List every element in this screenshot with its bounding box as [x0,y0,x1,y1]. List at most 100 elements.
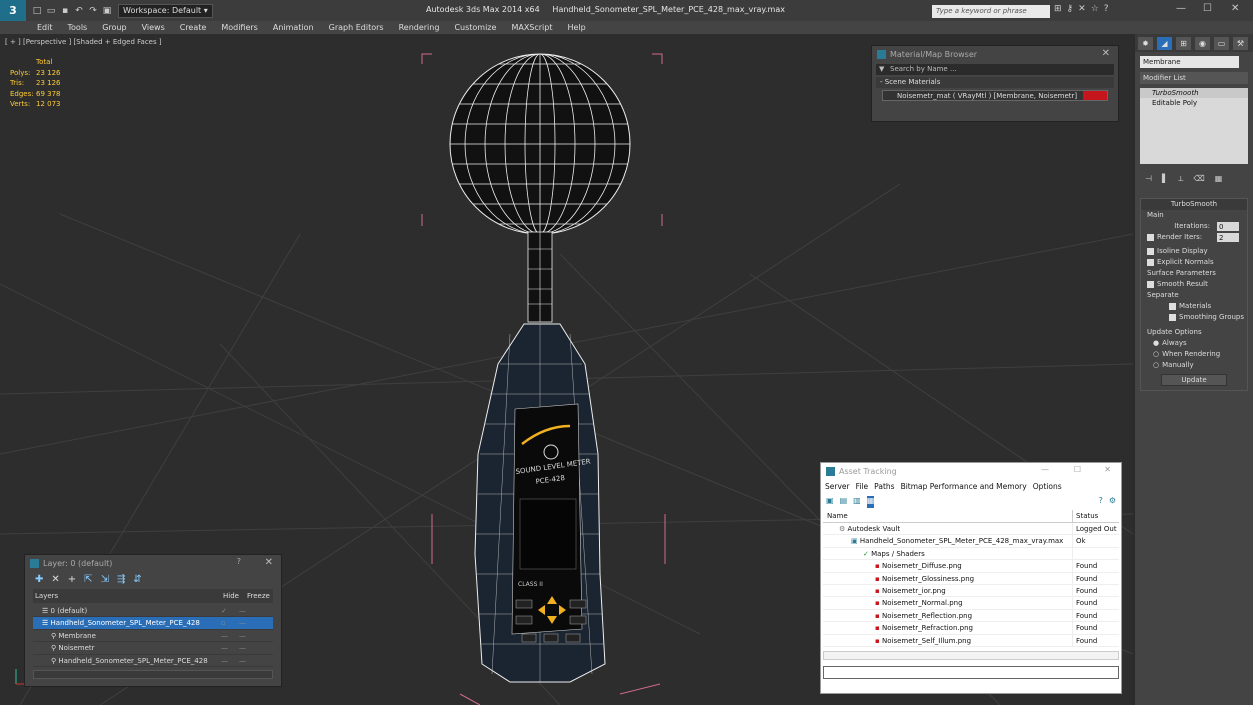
hide-toggle[interactable]: — [215,655,239,666]
asset-menu-item[interactable]: Options [1033,482,1062,492]
star-icon[interactable]: ☆ [1091,4,1099,14]
hide-toggle[interactable]: — [215,642,239,653]
when-rendering-radio[interactable]: ○ [1153,349,1159,360]
utilities-tab-icon[interactable]: ⚒ [1233,37,1248,50]
search-input[interactable]: Type a keyword or phrase [932,5,1050,18]
refresh-icon[interactable]: ▣ [826,496,834,508]
object-name-field[interactable]: Membrane [1140,56,1239,68]
menu-item[interactable]: Animation [273,23,314,32]
menu-item[interactable]: Group [102,23,126,32]
show-end-result-icon[interactable]: ▌ [1162,174,1168,184]
motion-tab-icon[interactable]: ◉ [1195,37,1210,50]
make-unique-icon[interactable]: ⟂ [1178,174,1183,184]
pin-stack-icon[interactable]: ⊣ [1145,174,1152,184]
app-logo-icon[interactable]: 3 [0,0,26,21]
asset-menu-item[interactable]: Bitmap Performance and Memory [901,482,1027,492]
layers-column-header[interactable]: Layers [33,589,223,603]
new-layer-icon[interactable]: ✚ [35,574,43,585]
layer-row[interactable]: ⚲ Noisemetr — — [33,642,273,655]
project-icon[interactable]: ▣ [102,6,112,16]
remove-modifier-icon[interactable]: ⌫ [1193,174,1204,184]
asset-horizontal-scrollbar[interactable] [823,650,1119,660]
minimize-icon[interactable]: — [1041,465,1049,474]
asset-row[interactable]: ▪ Noisemetr_Self_Illum.png Found [823,634,1119,647]
render-iters-checkbox[interactable] [1147,234,1154,241]
dropdown-arrow-icon[interactable]: ▼ [879,64,884,75]
status-column-header[interactable]: Status [1073,510,1098,522]
freeze-all-icon[interactable]: ⇵ [133,574,141,585]
asset-menu-item[interactable]: Paths [874,482,894,492]
select-objects-icon[interactable]: ⇱ [84,574,92,585]
menu-item[interactable]: Customize [454,23,496,32]
menu-item[interactable]: Graph Editors [329,23,384,32]
freeze-toggle[interactable]: — [239,655,246,666]
update-button[interactable]: Update [1161,374,1227,386]
manually-radio[interactable]: ○ [1153,360,1159,371]
asset-menu-item[interactable]: Server [825,482,850,492]
scene-materials-header[interactable]: - Scene Materials [876,77,1114,88]
maximize-icon[interactable]: ☐ [1074,465,1081,474]
asset-row[interactable]: ▪ Noisemetr_Normal.png Found [823,597,1119,610]
stack-item-editable-poly[interactable]: Editable Poly [1140,98,1248,108]
menu-item[interactable]: Help [568,23,586,32]
explicit-normals-checkbox[interactable] [1147,259,1154,266]
menu-item[interactable]: Tools [68,23,88,32]
hide-column-header[interactable]: Hide [223,589,247,603]
close-icon[interactable]: ✕ [1104,465,1111,474]
binoculars-icon[interactable]: ⊞ [1054,4,1062,14]
maximize-button[interactable]: ☐ [1203,3,1212,14]
delete-layer-icon[interactable]: ✕ [51,574,59,585]
asset-menu-item[interactable]: File [856,482,869,492]
highlight-layer-icon[interactable]: ⇲ [101,574,109,585]
asset-row[interactable]: ▪ Noisemetr_Diffuse.png Found [823,560,1119,573]
help-icon[interactable]: ? [237,557,241,566]
iterations-spinner[interactable]: 0 [1217,222,1239,231]
add-to-layer-icon[interactable]: + [68,574,76,585]
layer-row[interactable]: ⚲ Membrane — — [33,629,273,643]
layer-horizontal-scrollbar[interactable] [33,669,273,679]
material-browser-titlebar[interactable]: Material/Map Browser ✕ [872,46,1118,63]
freeze-toggle[interactable]: — [239,630,246,641]
smoothing-groups-checkbox[interactable] [1169,314,1176,321]
menu-item[interactable]: MAXScript [511,23,552,32]
asset-row[interactable]: ▪ Noisemetr_Reflection.png Found [823,609,1119,623]
layer-titlebar[interactable]: Layer: 0 (default)? ✕ [25,555,281,572]
freeze-toggle[interactable]: — [239,605,246,616]
modifier-list-dropdown[interactable]: Modifier List [1140,72,1248,84]
asset-row[interactable]: ▪ Noisemetr_Refraction.png Found [823,622,1119,635]
open-icon[interactable]: ▭ [46,6,56,16]
key-icon[interactable]: ⚷ [1067,4,1074,14]
material-search-input[interactable]: ▼ Search by Name ... [876,64,1114,75]
asset-row[interactable]: ⚙ Autodesk Vault Logged Out [823,523,1119,536]
viewport-label[interactable]: [ + ] [Perspective ] [Shaded + Edged Fac… [5,38,162,46]
asset-row[interactable]: ▪ Noisemetr_ior.png Found [823,584,1119,598]
always-radio[interactable]: ● [1153,338,1159,349]
freeze-column-header[interactable]: Freeze [247,589,270,603]
menu-item[interactable]: Modifiers [221,23,258,32]
menu-item[interactable]: Rendering [399,23,440,32]
create-tab-icon[interactable]: ✸ [1138,37,1153,50]
layer-row[interactable]: ⚲ Handheld_Sonometer_SPL_Meter_PCE_428— — [33,654,273,667]
asset-row[interactable]: ▪ Noisemetr_Glossiness.png Found [823,572,1119,585]
table-view-icon[interactable]: ▦ [866,496,875,508]
hide-toggle[interactable]: ✓ [215,605,239,616]
save-icon[interactable]: ▪ [60,6,70,16]
freeze-toggle[interactable]: — [239,642,246,653]
minimize-button[interactable]: — [1176,3,1186,14]
turbosmooth-header[interactable]: TurboSmooth [1141,199,1247,210]
hide-toggle[interactable]: — [215,630,239,641]
close-icon[interactable]: ✕ [265,557,273,568]
smooth-result-checkbox[interactable] [1147,281,1154,288]
configure-sets-icon[interactable]: ▦ [1215,174,1223,184]
hide-all-icon[interactable]: ⇶ [117,574,125,585]
name-column-header[interactable]: Name [823,510,1073,522]
close-icon[interactable]: ✕ [1102,48,1110,59]
settings-icon[interactable]: ⚙ [1109,496,1116,508]
isoline-checkbox[interactable] [1147,248,1154,255]
layer-row[interactable]: ☰ 0 (default) ✓ — [33,605,273,618]
stack-item-turbosmooth[interactable]: TurboSmooth [1140,88,1248,98]
render-iters-spinner[interactable]: 2 [1217,233,1239,242]
material-entry[interactable]: Noisemetr_mat ( VRayMtl ) [Membrane, Noi… [882,90,1108,101]
freeze-toggle[interactable]: — [239,617,246,628]
menu-item[interactable]: Edit [37,23,53,32]
